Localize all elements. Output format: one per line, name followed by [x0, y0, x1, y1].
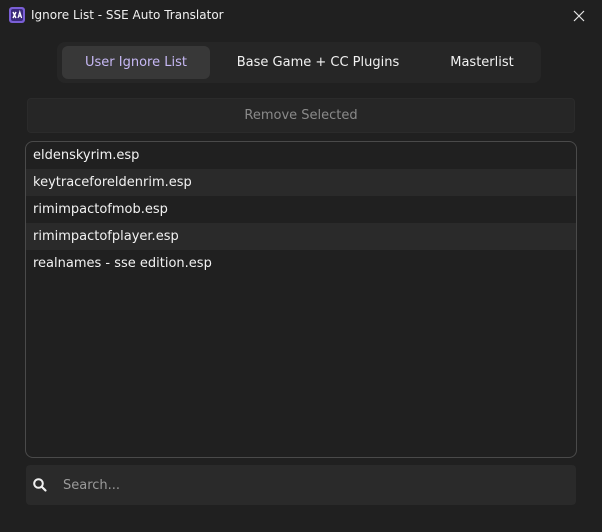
list-item[interactable]: keytraceforeldenrim.esp — [26, 169, 576, 196]
title-bar: Ignore List - SSE Auto Translator — [0, 0, 602, 32]
tab-masterlist[interactable]: Masterlist — [427, 46, 537, 79]
close-button[interactable] — [556, 0, 602, 32]
search-input[interactable] — [63, 465, 568, 505]
tab-base-game-cc-plugins[interactable]: Base Game + CC Plugins — [227, 46, 409, 79]
list-item[interactable]: rimimpactofplayer.esp — [26, 223, 576, 250]
search-icon — [33, 478, 47, 492]
tab-bar: User Ignore List Base Game + CC Plugins … — [57, 42, 541, 83]
window-title: Ignore List - SSE Auto Translator — [31, 8, 224, 22]
ignore-list[interactable]: eldenskyrim.esp keytraceforeldenrim.esp … — [25, 141, 577, 458]
list-item[interactable]: eldenskyrim.esp — [26, 142, 576, 169]
remove-selected-button[interactable]: Remove Selected — [27, 98, 575, 133]
list-item[interactable]: realnames - sse edition.esp — [26, 250, 576, 277]
list-item[interactable]: rimimpactofmob.esp — [26, 196, 576, 223]
tab-user-ignore-list[interactable]: User Ignore List — [62, 46, 210, 79]
xa-logo-icon — [9, 7, 25, 23]
close-icon — [573, 10, 585, 22]
search-bar — [26, 465, 576, 505]
